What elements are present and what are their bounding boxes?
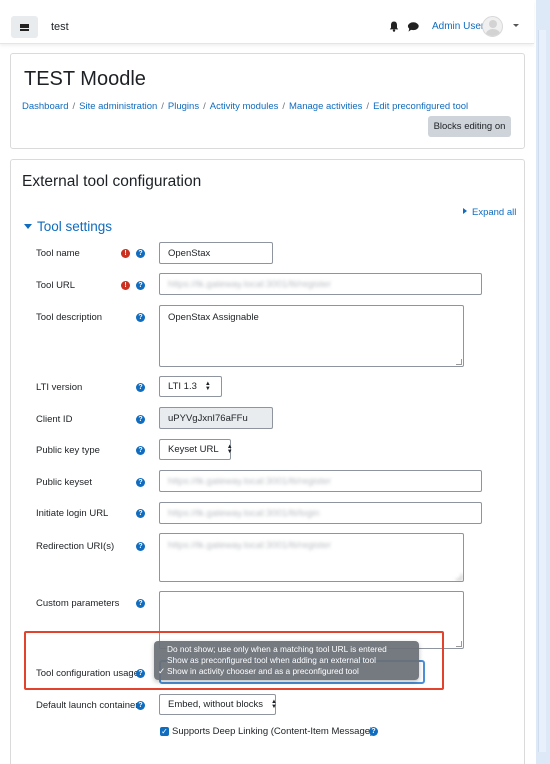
- breadcrumb-item-plugins[interactable]: Plugins: [168, 101, 199, 112]
- help-icon[interactable]: ?: [136, 701, 145, 710]
- deep-linking-label: Supports Deep Linking (Content-Item Mess…: [172, 726, 374, 737]
- resize-handle-icon[interactable]: [456, 574, 462, 580]
- chevron-right-icon: [463, 208, 467, 214]
- expand-all-label: Expand all: [472, 207, 517, 218]
- breadcrumb-separator: /: [366, 101, 370, 112]
- section-title: Tool settings: [37, 219, 113, 234]
- tool-url-value: https://tk.gateway.local:3001/lti/regist…: [168, 278, 331, 290]
- required-icon: !: [121, 249, 130, 258]
- help-icon[interactable]: ?: [136, 509, 145, 518]
- avatar[interactable]: [482, 16, 503, 37]
- tool-description-textarea[interactable]: OpenStax Assignable: [159, 305, 464, 367]
- lti-version-value: LTI 1.3: [168, 381, 197, 392]
- chevron-down-icon[interactable]: [513, 24, 519, 27]
- client-id-value: uPYVgJxnI76aFFu: [168, 412, 248, 424]
- help-icon[interactable]: ?: [136, 313, 145, 322]
- chevron-down-icon: [24, 224, 32, 229]
- tool-name-input[interactable]: OpenStax: [159, 242, 273, 264]
- help-icon[interactable]: ?: [136, 478, 145, 487]
- resize-handle-icon[interactable]: [456, 641, 462, 647]
- breadcrumb-separator: /: [282, 101, 286, 112]
- client-id-label: Client ID: [36, 414, 73, 425]
- help-icon[interactable]: ?: [136, 415, 145, 424]
- tool-name-label: Tool name: [36, 248, 80, 259]
- breadcrumb-separator: /: [72, 101, 76, 112]
- scrollbar-thumb[interactable]: [538, 30, 546, 752]
- custom-parameters-label: Custom parameters: [36, 598, 120, 609]
- public-keyset-value: https://tk.gateway.local:3001/lti/regist…: [168, 475, 331, 487]
- user-menu-name[interactable]: Admin User: [432, 21, 484, 32]
- tool-configuration-usage-label: Tool configuration usage: [36, 668, 139, 679]
- default-launch-container-label: Default launch container: [36, 700, 139, 711]
- lti-version-select[interactable]: LTI 1.3 ▲ ▼: [159, 376, 222, 397]
- breadcrumb-item-edit-preconfigured-tool[interactable]: Edit preconfigured tool: [373, 101, 468, 112]
- tool-description-label: Tool description: [36, 312, 103, 323]
- help-icon[interactable]: ?: [136, 281, 145, 290]
- help-icon[interactable]: ?: [136, 599, 145, 608]
- deep-linking-checkbox[interactable]: ✓: [160, 727, 169, 736]
- select-arrows-icon: ▲ ▼: [226, 443, 233, 455]
- tool-name-value: OpenStax: [168, 247, 211, 259]
- breadcrumb: Dashboard / Site administration / Plugins / Ac…: [22, 101, 468, 112]
- breadcrumb-item-activity-modules[interactable]: Activity modules: [210, 101, 279, 112]
- form-heading: External tool configuration: [22, 173, 202, 190]
- breadcrumb-item-site-administration[interactable]: Site administration: [79, 101, 157, 112]
- tool-url-label: Tool URL: [36, 280, 76, 291]
- help-icon[interactable]: ?: [136, 383, 145, 392]
- tool-description-value: OpenStax Assignable: [168, 312, 259, 323]
- menu-toggle-button[interactable]: [11, 16, 38, 38]
- checkmark-icon: ✓: [158, 666, 165, 676]
- initiate-login-url-label: Initiate login URL: [36, 508, 109, 519]
- required-icon: !: [121, 281, 130, 290]
- redirection-uris-value: https://tk.gateway.local:3001/lti/regist…: [168, 540, 331, 551]
- help-icon[interactable]: ?: [136, 542, 145, 551]
- default-launch-container-value: Embed, without blocks: [168, 699, 264, 710]
- public-keyset-label: Public keyset: [36, 477, 92, 488]
- chat-icon[interactable]: [407, 22, 419, 32]
- initiate-login-url-input[interactable]: https://tk.gateway.local:3001/lti/login: [159, 502, 482, 524]
- tool-configuration-usage-dropdown: Do not show; use only when a matching to…: [154, 641, 419, 680]
- site-name[interactable]: test: [51, 21, 69, 33]
- redirection-uris-textarea[interactable]: https://tk.gateway.local:3001/lti/regist…: [159, 533, 464, 582]
- dropdown-option-selected[interactable]: ✓ Show in activity chooser and as a preco…: [154, 666, 419, 677]
- client-id-input[interactable]: uPYVgJxnI76aFFu: [159, 407, 273, 429]
- select-arrows-icon: ▲ ▼: [271, 698, 277, 710]
- public-keyset-input[interactable]: https://tk.gateway.local:3001/lti/regist…: [159, 470, 482, 492]
- default-launch-container-select[interactable]: Embed, without blocks ▲ ▼: [159, 694, 277, 715]
- public-key-type-select[interactable]: Keyset URL ▲ ▼: [159, 439, 233, 460]
- tool-url-input[interactable]: https://tk.gateway.local:3001/lti/regist…: [159, 273, 482, 295]
- redirection-uris-label: Redirection URI(s): [36, 541, 115, 552]
- dropdown-option[interactable]: Show as preconfigured tool when adding a…: [154, 655, 419, 666]
- public-key-type-value: Keyset URL: [168, 444, 219, 455]
- resize-handle-icon[interactable]: [456, 359, 462, 365]
- select-arrows-icon: ▲ ▼: [204, 380, 211, 392]
- expand-all-link[interactable]: Expand all: [463, 207, 516, 218]
- hamburger-icon: [20, 23, 29, 31]
- breadcrumb-separator: /: [203, 101, 206, 112]
- blocks-editing-button[interactable]: Blocks editing on: [428, 116, 511, 137]
- help-icon[interactable]: ?: [136, 669, 145, 678]
- help-icon[interactable]: ?: [369, 727, 378, 736]
- breadcrumb-separator: /: [161, 101, 164, 112]
- lti-version-label: LTI version: [36, 382, 83, 393]
- initiate-login-url-value: https://tk.gateway.local:3001/lti/login: [168, 507, 320, 519]
- dropdown-option[interactable]: Do not show; use only when a matching to…: [154, 644, 419, 655]
- help-icon[interactable]: ?: [136, 446, 145, 455]
- breadcrumb-item-manage-activities[interactable]: Manage activities: [289, 101, 362, 112]
- public-key-type-label: Public key type: [36, 445, 100, 456]
- help-icon[interactable]: ?: [136, 249, 145, 258]
- page-title: TEST Moodle: [24, 68, 146, 90]
- section-toggle-tool-settings[interactable]: Tool settings: [24, 219, 112, 234]
- bell-icon[interactable]: [389, 21, 399, 32]
- breadcrumb-item-dashboard[interactable]: Dashboard: [22, 101, 68, 112]
